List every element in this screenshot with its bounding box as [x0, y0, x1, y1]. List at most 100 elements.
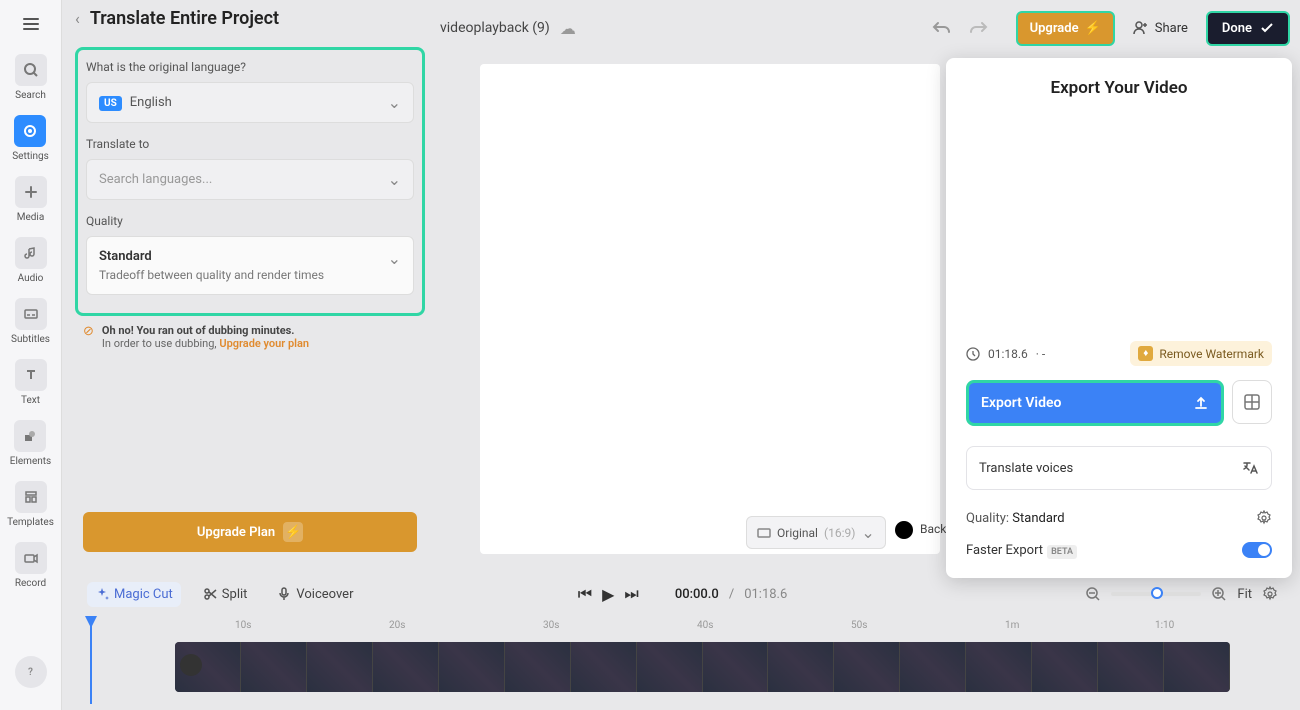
ruler-tick: 10s: [235, 620, 251, 631]
video-canvas[interactable]: [480, 64, 940, 554]
rail-text[interactable]: Text: [15, 359, 47, 406]
chevron-down-icon: ⌄: [388, 170, 401, 189]
voiceover-button[interactable]: Voiceover: [269, 582, 361, 607]
time-total: 01:18.6: [744, 587, 787, 602]
timeline-toolbar: Magic Cut Split Voiceover ⏮ ▶ ⏭ 00:00.0 …: [75, 576, 1290, 612]
translate-to-select[interactable]: Search languages... ⌄: [86, 159, 414, 200]
ruler-tick: 40s: [697, 620, 713, 631]
translate-to-placeholder: Search languages...: [99, 172, 212, 187]
done-button[interactable]: Done: [1206, 11, 1290, 46]
template-icon: [24, 490, 38, 504]
export-popover: Export Your Video 01:18.6 · - ♦ Remove W…: [946, 58, 1292, 578]
export-quality-label: Quality:: [966, 511, 1009, 526]
upgrade-button[interactable]: Upgrade ⚡: [1016, 11, 1115, 46]
person-plus-icon: [1133, 20, 1149, 36]
rail-elements[interactable]: Elements: [10, 420, 51, 467]
translate-icon: [1241, 459, 1259, 477]
rail-label: Settings: [12, 151, 49, 162]
project-name[interactable]: videoplayback (9): [440, 20, 550, 36]
undo-button[interactable]: [928, 14, 956, 42]
menu-button[interactable]: [21, 14, 41, 34]
timeline[interactable]: 10s 20s 30s 40s 50s 1m 1:10: [75, 616, 1290, 706]
original-language-label: What is the original language?: [86, 60, 414, 74]
remove-watermark-label: Remove Watermark: [1159, 347, 1264, 361]
rail-record[interactable]: Record: [15, 542, 47, 589]
original-language-select[interactable]: USEnglish ⌄: [86, 82, 414, 123]
voiceover-label: Voiceover: [296, 587, 353, 602]
rail-label: Record: [15, 578, 46, 589]
rail-templates[interactable]: Templates: [7, 481, 54, 528]
shapes-icon: [23, 429, 37, 443]
timeline-settings-button[interactable]: [1262, 586, 1278, 602]
redo-button[interactable]: [964, 14, 992, 42]
warning-icon: ⊘: [83, 324, 94, 350]
hamburger-icon: [21, 14, 41, 34]
warning-title: Oh no! You ran out of dubbing minutes.: [102, 324, 309, 337]
share-label: Share: [1155, 21, 1188, 36]
gear-icon[interactable]: [1256, 510, 1272, 526]
zoom-out-button[interactable]: [1085, 586, 1101, 602]
magic-cut-button[interactable]: Magic Cut: [87, 582, 181, 607]
zoom-slider[interactable]: [1111, 592, 1201, 596]
rail-media[interactable]: Media: [15, 176, 47, 223]
chevron-down-icon: ⌄: [388, 249, 401, 282]
plus-icon: [24, 185, 38, 199]
ruler-tick: 1:10: [1155, 620, 1174, 631]
upgrade-plan-label: Upgrade Plan: [197, 525, 275, 540]
fit-button[interactable]: Fit: [1237, 587, 1252, 602]
ruler-tick: 50s: [851, 620, 867, 631]
split-button[interactable]: Split: [195, 582, 256, 607]
aspect-label: Original: [777, 526, 818, 540]
translate-settings-box: What is the original language? USEnglish…: [75, 47, 425, 316]
beta-badge: BETA: [1047, 545, 1077, 559]
search-icon: [23, 62, 39, 78]
play-button[interactable]: ▶: [602, 585, 614, 604]
aspect-icon: [757, 528, 771, 538]
export-options-button[interactable]: [1232, 380, 1272, 424]
rail-search[interactable]: Search: [15, 54, 47, 101]
quality-value: Standard: [99, 249, 324, 264]
export-quality-row[interactable]: Quality: Standard: [966, 510, 1272, 526]
music-icon: [24, 246, 38, 260]
remove-watermark-button[interactable]: ♦ Remove Watermark: [1130, 341, 1272, 366]
track-thumbnail: [180, 654, 202, 676]
rail-audio[interactable]: Audio: [15, 237, 47, 284]
rail-label: Media: [17, 212, 45, 223]
top-bar: videoplayback (9) ☁ Upgrade ⚡ Share Done: [440, 8, 1290, 48]
warning-message: ⊘ Oh no! You ran out of dubbing minutes.…: [75, 324, 425, 350]
popover-title: Export Your Video: [966, 78, 1272, 98]
translate-to-label: Translate to: [86, 137, 414, 151]
back-icon[interactable]: ‹: [75, 9, 80, 28]
split-label: Split: [222, 587, 248, 602]
faster-export-toggle[interactable]: [1242, 542, 1272, 558]
video-track[interactable]: [175, 642, 1230, 692]
next-button[interactable]: ⏭: [624, 584, 638, 604]
faster-export-label: Faster Export: [966, 543, 1043, 558]
bolt-icon: ⚡: [283, 522, 303, 542]
rail-subtitles[interactable]: Subtitles: [11, 298, 50, 345]
share-button[interactable]: Share: [1121, 12, 1200, 44]
quality-select[interactable]: Standard Tradeoff between quality and re…: [86, 236, 414, 295]
translate-voices-button[interactable]: Translate voices: [966, 446, 1272, 490]
duration-dash: · -: [1036, 347, 1045, 361]
rail-help[interactable]: ?: [15, 656, 47, 692]
crown-icon: ♦: [1138, 346, 1153, 361]
prev-button[interactable]: ⏮: [578, 584, 592, 604]
panel-title: Translate Entire Project: [90, 8, 279, 29]
aspect-ratio-select[interactable]: Original (16:9) ⌄: [746, 516, 886, 549]
rail-label: Search: [15, 90, 46, 101]
chevron-down-icon: ⌄: [861, 523, 874, 542]
upgrade-link[interactable]: Upgrade your plan: [219, 337, 309, 350]
camera-icon: [24, 551, 38, 565]
upgrade-plan-button[interactable]: Upgrade Plan ⚡: [83, 512, 417, 552]
background-color-swatch[interactable]: [895, 521, 913, 539]
aspect-ratio: (16:9): [824, 526, 855, 540]
text-icon: [24, 368, 38, 382]
export-video-button[interactable]: Export Video: [966, 380, 1224, 426]
upload-icon: [1193, 395, 1209, 411]
chevron-down-icon: ⌄: [388, 93, 401, 112]
zoom-in-button[interactable]: [1211, 586, 1227, 602]
rail-settings[interactable]: Settings: [12, 115, 49, 162]
rail-label: Audio: [18, 273, 44, 284]
rail-label: Text: [21, 395, 40, 406]
